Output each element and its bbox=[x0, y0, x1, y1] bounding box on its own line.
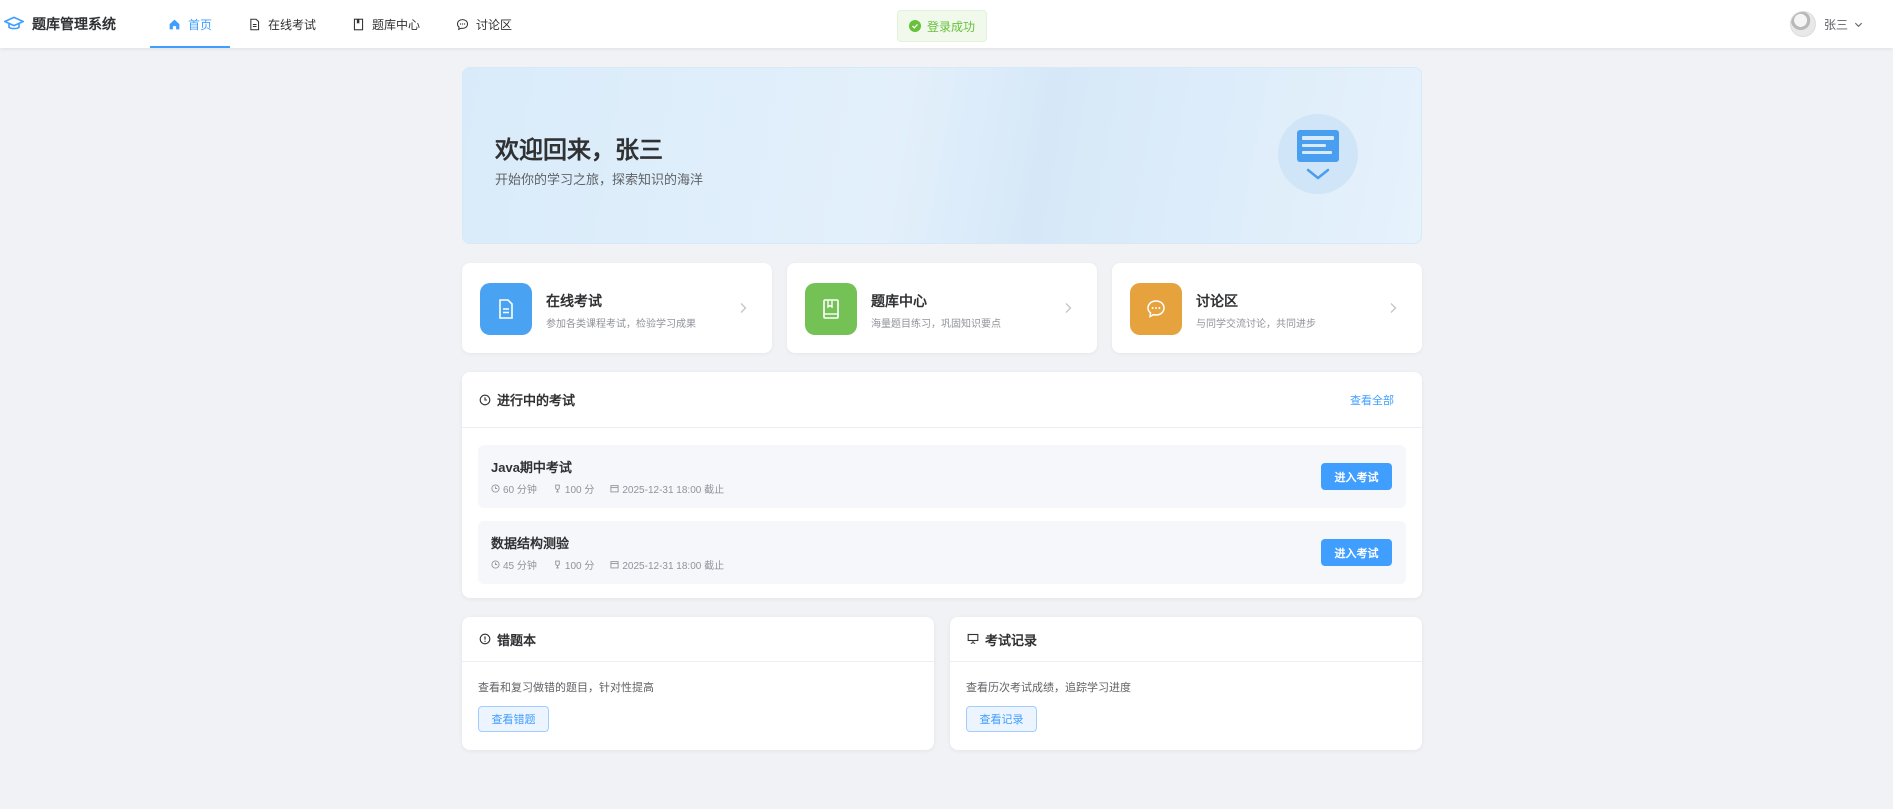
panel-header: 进行中的考试 查看全部 bbox=[462, 372, 1422, 428]
main-nav: 首页 在线考试 题库中心 讨论区 bbox=[150, 0, 530, 48]
exam-score-text: 100 分 bbox=[564, 485, 595, 496]
quick-link-discussion[interactable]: 讨论区 与同学交流讨论，共同进步 bbox=[1112, 263, 1422, 353]
panel-title: 考试记录 bbox=[985, 632, 1038, 648]
exam-deadline-text: 2025-12-31 18:00 截止 bbox=[622, 561, 725, 572]
nav-item-online-exam[interactable]: 在线考试 bbox=[230, 0, 334, 48]
quick-link-desc: 海量题目练习，巩固知识要点 bbox=[871, 319, 1001, 330]
quick-link-title: 题库中心 bbox=[871, 293, 927, 309]
nav-item-home[interactable]: 首页 bbox=[150, 0, 231, 48]
clock-icon bbox=[491, 560, 500, 569]
quick-links: 在线考试 参加各类课程考试，检验学习成果 题库中心 海量题目练习，巩固知识要点 … bbox=[462, 263, 1422, 353]
nav-item-label: 题库中心 bbox=[372, 17, 421, 32]
welcome-subtitle: 开始你的学习之旅，探索知识的海洋 bbox=[495, 172, 704, 187]
top-navbar: 题库管理系统 首页 在线考试 题库中心 讨论区 登录成功 张三 bbox=[0, 0, 1893, 48]
toast-message: 登录成功 bbox=[926, 19, 975, 34]
clock-icon bbox=[479, 394, 491, 405]
exam-deadline: 2025-12-31 18:00 截止 bbox=[610, 481, 724, 496]
panel-header: 考试记录 bbox=[950, 617, 1422, 662]
graduation-cap-icon bbox=[4, 16, 24, 30]
document-icon bbox=[499, 299, 513, 319]
view-all-link[interactable]: 查看全部 bbox=[1350, 392, 1394, 408]
quick-link-icon-bg bbox=[1130, 283, 1182, 335]
quick-link-title: 在线考试 bbox=[546, 293, 602, 309]
exam-duration-text: 60 分钟 bbox=[503, 485, 537, 496]
book-icon bbox=[823, 299, 839, 319]
check-circle-icon bbox=[908, 20, 921, 32]
app-logo[interactable]: 题库管理系统 bbox=[0, 0, 116, 48]
success-toast: 登录成功 bbox=[897, 10, 987, 42]
exam-row: 数据结构测验 45 分钟 100 分 2025-12-31 18:00 截止 进… bbox=[478, 521, 1406, 584]
avatar bbox=[1789, 11, 1816, 37]
view-wrong-questions-button[interactable]: 查看错题 bbox=[478, 706, 549, 732]
exam-deadline-text: 2025-12-31 18:00 截止 bbox=[622, 485, 725, 496]
trophy-icon bbox=[555, 484, 560, 493]
ongoing-exams-panel: 进行中的考试 查看全部 Java期中考试 60 分钟 100 分 2025-12… bbox=[462, 372, 1422, 598]
quick-link-icon-bg bbox=[805, 283, 857, 335]
nav-item-discussion[interactable]: 讨论区 bbox=[438, 0, 530, 48]
enter-exam-button[interactable]: 进入考试 bbox=[1321, 463, 1392, 490]
clock-icon bbox=[491, 484, 500, 493]
exam-duration-text: 45 分钟 bbox=[503, 561, 537, 572]
calendar-icon bbox=[610, 561, 619, 569]
user-name: 张三 bbox=[1823, 17, 1848, 32]
presentation-icon bbox=[967, 633, 979, 645]
exam-row: Java期中考试 60 分钟 100 分 2025-12-31 18:00 截止… bbox=[478, 445, 1406, 508]
exam-score: 100 分 bbox=[553, 557, 594, 572]
panel-title: 错题本 bbox=[497, 632, 537, 648]
quick-link-desc: 与同学交流讨论，共同进步 bbox=[1196, 319, 1316, 330]
exam-score: 100 分 bbox=[553, 481, 594, 496]
trophy-icon bbox=[555, 560, 560, 569]
chevron-right-icon bbox=[740, 303, 747, 313]
main-content: 欢迎回来，张三 开始你的学习之旅，探索知识的海洋 在线考试 参加各类课程考试，检… bbox=[462, 67, 1422, 750]
quick-link-title: 讨论区 bbox=[1196, 293, 1238, 309]
exam-duration: 45 分钟 bbox=[491, 557, 537, 572]
quick-link-online-exam[interactable]: 在线考试 参加各类课程考试，检验学习成果 bbox=[462, 263, 772, 353]
nav-item-label: 首页 bbox=[188, 17, 213, 32]
panel-description: 查看和复习做错的题目，针对性提高 bbox=[478, 682, 654, 694]
chat-icon bbox=[1147, 300, 1165, 318]
welcome-banner: 欢迎回来，张三 开始你的学习之旅，探索知识的海洋 bbox=[462, 67, 1422, 244]
home-icon bbox=[169, 19, 180, 29]
panel-header: 错题本 bbox=[462, 617, 934, 662]
exam-deadline: 2025-12-31 18:00 截止 bbox=[610, 557, 724, 572]
chevron-right-icon bbox=[1390, 303, 1397, 313]
chevron-right-icon bbox=[1065, 303, 1072, 313]
nav-item-question-bank[interactable]: 题库中心 bbox=[334, 0, 438, 48]
document-download-icon bbox=[1297, 130, 1339, 180]
welcome-title: 欢迎回来，张三 bbox=[495, 137, 663, 164]
app-title: 题库管理系统 bbox=[32, 16, 116, 32]
exam-name: Java期中考试 bbox=[491, 460, 572, 475]
quick-link-desc: 参加各类课程考试，检验学习成果 bbox=[546, 319, 696, 330]
exam-duration: 60 分钟 bbox=[491, 481, 537, 496]
user-menu[interactable]: 张三 bbox=[1789, 0, 1863, 48]
chevron-down-icon bbox=[1854, 22, 1863, 27]
exam-records-panel: 考试记录 查看历次考试成绩，追踪学习进度 查看记录 bbox=[950, 617, 1422, 750]
quick-link-icon-bg bbox=[480, 283, 532, 335]
exam-name: 数据结构测验 bbox=[491, 536, 570, 551]
view-records-button[interactable]: 查看记录 bbox=[966, 706, 1037, 732]
banner-illustration bbox=[1278, 114, 1358, 194]
book-icon bbox=[353, 18, 364, 30]
nav-item-label: 讨论区 bbox=[476, 17, 513, 32]
chat-icon bbox=[457, 18, 469, 30]
enter-exam-button[interactable]: 进入考试 bbox=[1321, 539, 1392, 566]
exam-score-text: 100 分 bbox=[564, 561, 595, 572]
document-icon bbox=[250, 18, 260, 30]
nav-item-label: 在线考试 bbox=[268, 17, 317, 32]
panel-title: 进行中的考试 bbox=[497, 393, 576, 408]
exam-meta: 60 分钟 100 分 2025-12-31 18:00 截止 bbox=[491, 481, 740, 496]
wrong-book-panel: 错题本 查看和复习做错的题目，针对性提高 查看错题 bbox=[462, 617, 934, 750]
calendar-icon bbox=[610, 485, 619, 493]
alert-circle-icon bbox=[479, 633, 491, 645]
panel-description: 查看历次考试成绩，追踪学习进度 bbox=[966, 682, 1131, 694]
exam-meta: 45 分钟 100 分 2025-12-31 18:00 截止 bbox=[491, 557, 740, 572]
quick-link-question-bank[interactable]: 题库中心 海量题目练习，巩固知识要点 bbox=[787, 263, 1097, 353]
